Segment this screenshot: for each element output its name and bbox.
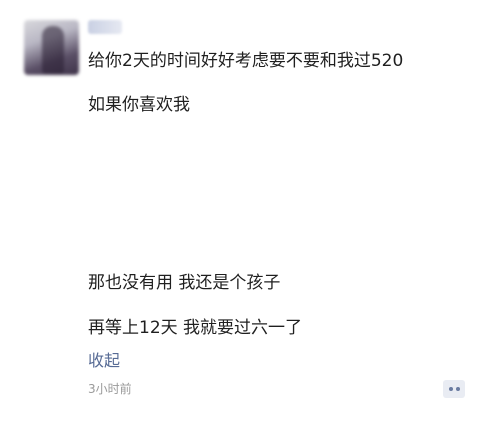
comment-more-icon: [447, 387, 461, 391]
username-blurred[interactable]: [88, 20, 122, 34]
comment-more-button[interactable]: [443, 380, 465, 398]
avatar[interactable]: [24, 20, 79, 75]
collapse-link[interactable]: 收起: [88, 350, 120, 372]
post-timestamp: 3小时前: [88, 382, 132, 396]
post-text-line-2: 如果你喜欢我: [88, 95, 190, 115]
post-text-line-3: 那也没有用 我还是个孩子: [88, 273, 281, 293]
post-text-line-4: 再等上12天 我就要过六一了: [88, 318, 303, 338]
moments-post: 给你2天的时间好好考虑要不要和我过520 如果你喜欢我 那也没有用 我还是个孩子…: [0, 0, 493, 422]
post-text-line-1: 给你2天的时间好好考虑要不要和我过520: [88, 51, 404, 71]
